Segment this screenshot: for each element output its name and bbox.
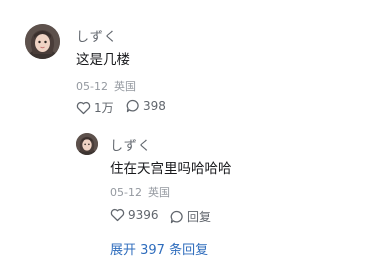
reply-text: 住在天宫里吗哈哈哈 [110, 161, 232, 177]
comment-reply-count-button[interactable]: 398 [126, 99, 166, 113]
comment-like-count: 1万 [94, 101, 114, 115]
reply-like-count: 9396 [128, 208, 159, 222]
comment-date: 05-12 [76, 80, 108, 93]
reply-avatar[interactable] [76, 133, 98, 155]
reply-meta: 05-12 英国 [110, 184, 170, 200]
reply-date: 05-12 [110, 186, 142, 199]
reply-like-button[interactable]: 9396 [110, 208, 159, 222]
heart-icon [110, 208, 125, 222]
reply-username[interactable]: しずく [110, 135, 152, 154]
reply-location: 英国 [147, 186, 170, 199]
user-avatar-icon [76, 133, 98, 155]
expand-replies-link[interactable]: 展开 397 条回复 [110, 239, 208, 258]
heart-icon [76, 101, 91, 114]
reply-reply-button[interactable]: 回复 [170, 208, 211, 225]
comment-username[interactable]: しずく [76, 26, 118, 45]
comment-like-button[interactable]: 1万 [76, 99, 114, 116]
comment-meta: 05-12 英国 [76, 78, 136, 94]
chat-bubble-icon [126, 99, 139, 113]
comment-location: 英国 [113, 80, 136, 93]
comment-text: 这是几楼 [76, 52, 130, 68]
comment-reply-count: 398 [143, 99, 166, 113]
chat-bubble-icon [170, 210, 183, 223]
user-avatar-icon [25, 24, 60, 59]
reply-reply-label: 回复 [187, 210, 212, 224]
comment-avatar[interactable] [25, 24, 60, 59]
